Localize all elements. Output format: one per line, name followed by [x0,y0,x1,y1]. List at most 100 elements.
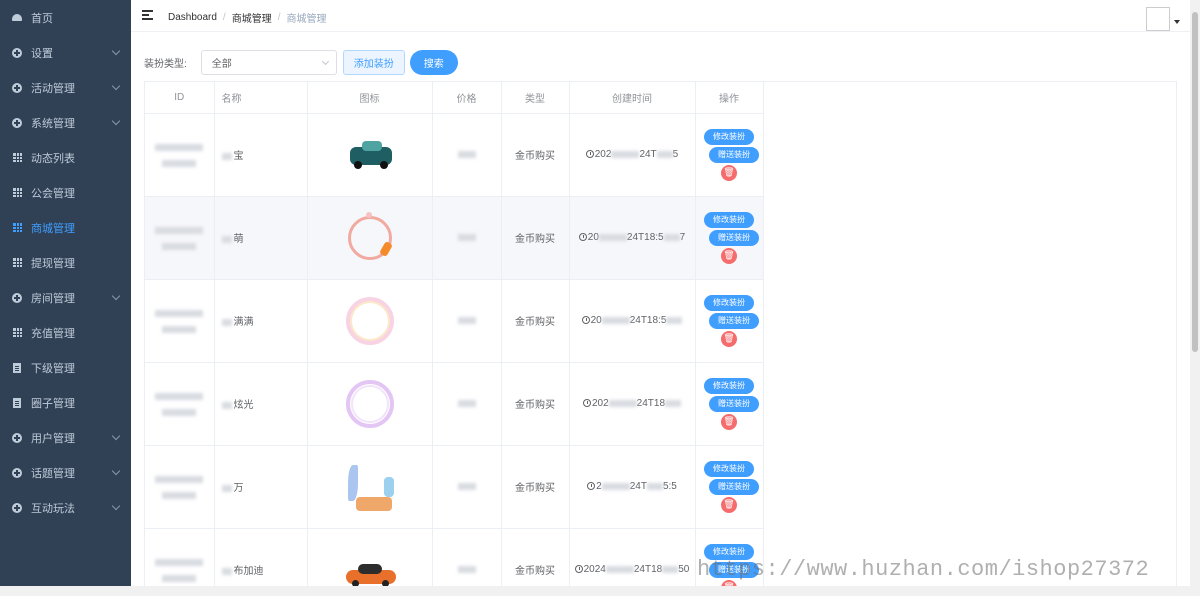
cell-created-time: 20 24T18:5 7 [569,196,696,280]
cell-price [432,196,502,280]
sidebar-item-0[interactable]: 首页 [0,0,131,35]
trash-icon: 🗑︎ [723,333,735,343]
sidebar-item-label: 动态列表 [31,152,75,165]
cell-created-time: 20 24T18:5 [569,279,696,363]
horizontal-scrollbar[interactable] [0,586,1200,596]
edit-dress-button[interactable]: 修改装扮 [704,211,754,228]
cell-actions: 修改装扮赠送装扮 🗑︎ [695,445,764,529]
time-middle: 24T18 [636,398,666,409]
delete-button[interactable]: 🗑︎ [721,413,737,430]
table-row: 万金币购买 2 24T 5:5 修改装扮 赠送装扮 🗑︎ [145,445,764,529]
sidebar-item-10[interactable]: 下级管理 [0,350,131,385]
breadcrumb-dashboard[interactable]: Dashboard [168,12,217,23]
sidebar-item-12[interactable]: 用户管理 [0,420,131,455]
search-button[interactable]: 搜索 [409,50,458,75]
edit-dress-button[interactable]: 修改装扮 [704,128,754,145]
gift-dress-button[interactable]: 赠送装扮 [709,146,759,163]
cell-image [307,528,433,586]
sidebar-item-11[interactable]: 圈子管理 [0,385,131,420]
sidebar-item-14[interactable]: 互动玩法 [0,490,131,525]
filter-bar: 装扮类型: 全部 添加装扮 搜索 [144,50,458,75]
time-start: 202 [594,149,612,160]
cell-id [145,113,215,197]
hamburger-icon[interactable] [142,10,153,20]
caret-down-icon[interactable] [1174,20,1180,24]
plus-circle-icon [12,432,22,443]
vertical-scrollbar[interactable] [1190,0,1200,586]
delete-button[interactable]: 🗑︎ [721,330,737,347]
time-end: 50 [678,564,690,575]
sidebar-item-label: 下级管理 [31,362,75,375]
table-icon [12,153,22,163]
delete-button[interactable]: 🗑︎ [721,496,737,513]
time-end: 5:5 [662,481,677,492]
dress-name: 宝 [233,151,244,162]
cell-type: 金币购买 [501,196,570,280]
sidebar-item-13[interactable]: 话题管理 [0,455,131,490]
breadcrumb-mall[interactable]: 商城管理 [232,10,272,25]
sidebar-item-label: 提现管理 [31,257,75,270]
delete-button[interactable]: 🗑︎ [721,164,737,181]
scrollbar-thumb[interactable] [1192,12,1198,352]
dress-type-label: 装扮类型: [144,59,187,70]
chevron-down-icon [111,466,121,476]
gift-dress-button[interactable]: 赠送装扮 [709,478,759,495]
dress-image [340,291,400,351]
dress-type-select[interactable]: 全部 [200,50,337,75]
table-row: 布加迪金币购买202424T1850修改装扮赠送装扮🗑︎ [145,528,764,586]
edit-dress-button[interactable]: 修改装扮 [704,294,754,311]
trash-icon: 🗑︎ [723,499,735,509]
sidebar-item-6[interactable]: 商城管理 [0,210,131,245]
sidebar-item-label: 充值管理 [31,327,75,340]
sidebar-item-2[interactable]: 活动管理 [0,70,131,105]
sidebar-item-4[interactable]: 动态列表 [0,140,131,175]
sidebar-item-9[interactable]: 充值管理 [0,315,131,350]
sidebar-item-1[interactable]: 设置 [0,35,131,70]
cell-name: 炫光 [214,362,308,446]
add-dress-button[interactable]: 添加装扮 [342,50,405,75]
sidebar-item-7[interactable]: 提现管理 [0,245,131,280]
sidebar-item-8[interactable]: 房间管理 [0,280,131,315]
cell-image [307,279,433,363]
header-icon: 图标 [307,82,433,114]
cell-price [432,113,502,197]
table-icon [12,223,22,233]
sidebar-item-label: 首页 [31,12,53,25]
table-row: 萌 金币购买 20 24T18:5 7 修改装扮 赠送装扮 🗑︎ [145,196,764,280]
plus-circle-icon [12,117,22,128]
sidebar-item-label: 公会管理 [31,187,75,200]
delete-button[interactable]: 🗑︎ [721,247,737,264]
avatar[interactable] [1146,7,1170,31]
gift-dress-button[interactable]: 赠送装扮 [709,312,759,329]
cell-price [432,362,502,446]
dashboard-icon [12,13,22,23]
plus-circle-icon [12,467,22,478]
edit-dress-button[interactable]: 修改装扮 [704,460,754,477]
cell-type: 金币购买 [501,279,570,363]
time-start: 2024 [583,564,606,575]
time-middle: 24T18 [633,564,663,575]
document-icon [12,397,22,408]
sidebar-item-5[interactable]: 公会管理 [0,175,131,210]
sidebar-item-label: 用户管理 [31,432,75,445]
table-row: 满满 金币购买 20 24T18:5 修改装扮 赠送装扮 🗑︎ [145,279,764,363]
dress-name: 万 [233,483,244,494]
gift-dress-button[interactable]: 赠送装扮 [709,229,759,246]
gift-dress-button[interactable]: 赠送装扮 [709,395,759,412]
sidebar: 首页设置 活动管理 系统管理动态列表公会管理商城管理提现管理房间管理充值管理下级管理… [0,0,131,596]
cell-price [432,279,502,363]
time-middle: 24T [629,481,647,492]
cell-actions: 修改装扮赠送装扮 🗑︎ [695,279,764,363]
chevron-down-icon [111,116,121,126]
cell-image [307,445,433,529]
chevron-down-icon [321,57,329,66]
navbar: Dashboard / 商城管理 / 商城管理 [131,0,1190,32]
dress-image [340,125,400,185]
dress-image [340,457,400,517]
edit-dress-button[interactable]: 修改装扮 [704,377,754,394]
trash-icon: 🗑︎ [723,167,735,177]
chevron-down-icon [111,46,121,56]
time-end: 5 [672,149,679,160]
dress-image [340,208,400,268]
sidebar-item-3[interactable]: 系统管理 [0,105,131,140]
